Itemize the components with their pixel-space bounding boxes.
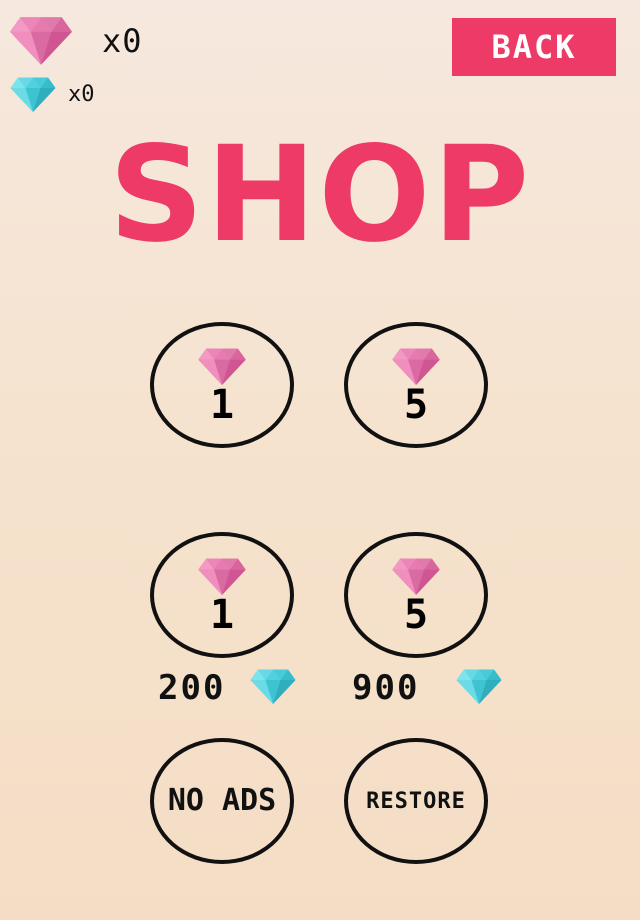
pack-quantity: 1: [209, 382, 235, 428]
pink-diamond-icon: [10, 14, 72, 66]
restore-button[interactable]: RESTORE: [344, 738, 488, 864]
pink-diamond-icon: [198, 557, 246, 595]
blue-diamond-icon: [454, 668, 504, 704]
blue-diamond-icon: [8, 76, 58, 112]
pink-diamond-count: x0: [102, 22, 143, 60]
no-ads-label: NO ADS: [167, 783, 277, 818]
exchange-pink-pack-5-button[interactable]: 5: [344, 532, 488, 658]
pack-quantity: 5: [403, 382, 429, 428]
blue-diamond-count: x0: [68, 82, 95, 107]
pack-quantity: 1: [209, 592, 235, 638]
pink-diamond-icon: [198, 347, 246, 385]
restore-label: RESTORE: [366, 788, 466, 814]
buy-pink-pack-1-button[interactable]: 1: [150, 322, 294, 448]
no-ads-button[interactable]: NO ADS: [150, 738, 294, 864]
back-button[interactable]: BACK: [452, 18, 616, 76]
pink-diamond-icon: [392, 347, 440, 385]
page-title: SHOP: [108, 118, 532, 272]
price-label: 900: [352, 668, 420, 708]
pink-diamond-icon: [392, 557, 440, 595]
pack-quantity: 5: [403, 592, 429, 638]
buy-pink-pack-5-button[interactable]: 5: [344, 322, 488, 448]
blue-diamond-icon: [248, 668, 298, 704]
price-label: 200: [158, 668, 226, 708]
exchange-pink-pack-1-button[interactable]: 1: [150, 532, 294, 658]
